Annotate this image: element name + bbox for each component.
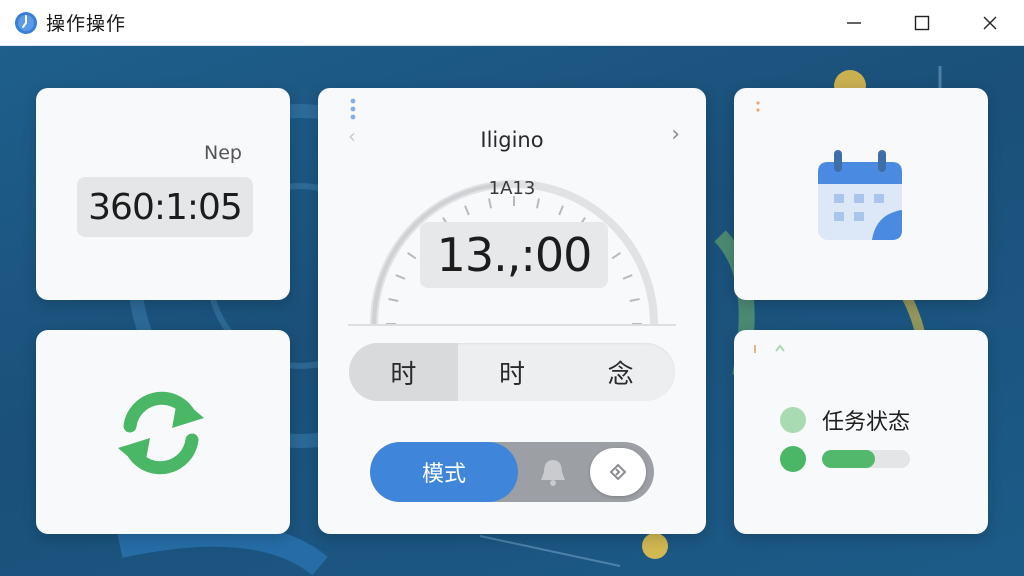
progress-bar bbox=[822, 450, 910, 468]
status-dot-light bbox=[780, 407, 806, 433]
maximize-button[interactable] bbox=[888, 0, 956, 46]
dial-tick bbox=[488, 198, 492, 209]
title-bar: 操作操作 bbox=[0, 0, 1024, 46]
calendar-icon[interactable] bbox=[816, 148, 906, 244]
window-controls bbox=[820, 0, 1024, 46]
diamond-arrow-icon bbox=[609, 463, 627, 481]
clock-time-display: 13.,:00 bbox=[420, 222, 608, 288]
toggle-knob[interactable] bbox=[590, 448, 646, 496]
minimize-button[interactable] bbox=[820, 0, 888, 46]
divider bbox=[348, 324, 676, 326]
dial-tick bbox=[464, 205, 470, 216]
dial-tick bbox=[629, 298, 640, 302]
dial-tick bbox=[536, 198, 540, 209]
desktop-background: Nep 360:1:05 ‹ › Iligino 1A13 13.,:00 时 … bbox=[0, 46, 1024, 576]
window-title: 操作操作 bbox=[46, 13, 127, 35]
bell-icon bbox=[541, 460, 565, 486]
status-dot-green bbox=[780, 446, 806, 472]
status-indicator-icons bbox=[754, 344, 785, 353]
menu-dots-icon[interactable] bbox=[756, 100, 760, 114]
timer-display: 360:1:05 bbox=[77, 177, 253, 237]
segmented-control: 时 时 念 bbox=[349, 343, 675, 401]
status-row: 任务状态 bbox=[780, 404, 910, 436]
dial-tick bbox=[622, 274, 633, 280]
mode-toggle-label[interactable]: 模式 bbox=[370, 442, 518, 502]
sync-icon[interactable] bbox=[108, 386, 214, 480]
mode-toggle[interactable]: 模式 bbox=[370, 442, 654, 502]
clock-app-icon bbox=[15, 11, 37, 34]
progress-row bbox=[780, 446, 910, 472]
dial-tick bbox=[395, 274, 406, 280]
progress-fill bbox=[822, 450, 875, 468]
segment-memo[interactable]: 念 bbox=[566, 343, 675, 401]
timer-label: Nep bbox=[204, 142, 242, 164]
segment-hour[interactable]: 时 bbox=[349, 343, 458, 401]
close-button[interactable] bbox=[956, 0, 1024, 46]
clock-subtitle: 1A13 bbox=[488, 178, 536, 199]
minimize-icon bbox=[847, 22, 861, 24]
status-label: 任务状态 bbox=[822, 410, 911, 435]
sync-card[interactable] bbox=[36, 330, 290, 534]
calendar-card[interactable] bbox=[734, 88, 988, 300]
clock-title: Iligino bbox=[480, 128, 544, 152]
timer-card[interactable]: Nep 360:1:05 bbox=[36, 88, 290, 300]
close-icon bbox=[983, 16, 997, 30]
clock-card: ‹ › Iligino 1A13 13.,:00 时 时 念 模式 bbox=[318, 88, 706, 534]
maximize-icon bbox=[914, 15, 930, 31]
dial-tick bbox=[611, 252, 621, 260]
status-card[interactable]: 任务状态 bbox=[734, 330, 988, 534]
dial-tick bbox=[558, 205, 564, 216]
segment-hour-2[interactable]: 时 bbox=[458, 343, 567, 401]
drag-handle-icon[interactable] bbox=[350, 98, 356, 120]
dial-tick bbox=[407, 252, 417, 260]
dial-tick bbox=[388, 298, 399, 302]
